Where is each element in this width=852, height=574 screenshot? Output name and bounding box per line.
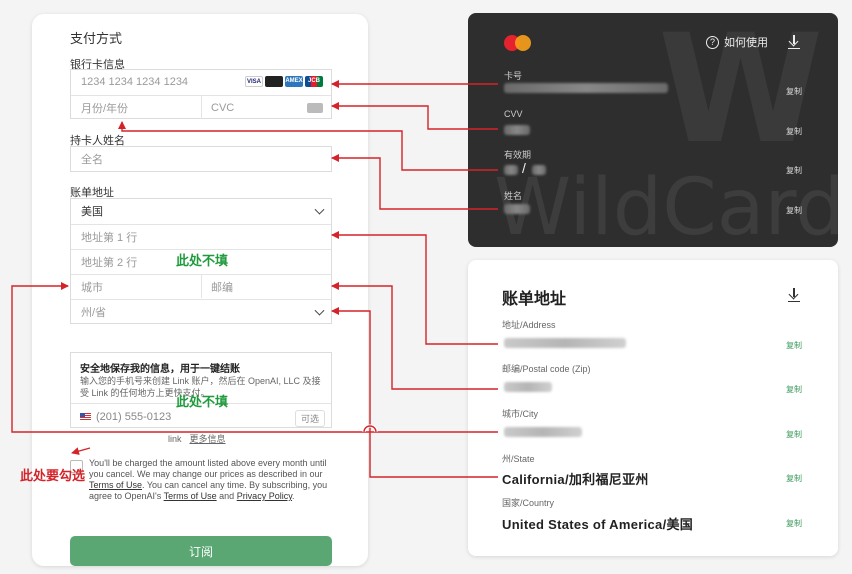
card-number-redacted bbox=[504, 83, 668, 93]
terms-part: You'll be charged the amount listed abov… bbox=[89, 458, 327, 479]
us-flag-icon bbox=[80, 412, 91, 421]
address1-placeholder: 地址第 1 行 bbox=[81, 231, 138, 244]
mastercard-logo bbox=[504, 35, 532, 52]
card-number-field[interactable]: 1234 1234 1234 1234 VISA AMEX JCB bbox=[71, 70, 331, 94]
country-value: 美国 bbox=[81, 206, 103, 218]
chevron-down-icon bbox=[314, 305, 325, 316]
state-placeholder: 州/省 bbox=[81, 306, 107, 319]
zip-label: 邮编/Postal code (Zip) bbox=[502, 364, 591, 374]
copy-cvv-button[interactable]: 复制 bbox=[786, 126, 802, 137]
more-info-link[interactable]: 更多信息 bbox=[190, 434, 226, 444]
chevron-down-icon bbox=[314, 204, 325, 215]
billing-title: 账单地址 bbox=[502, 291, 567, 308]
card-brands: VISA AMEX JCB bbox=[245, 76, 323, 87]
check-required-note: 此处要勾选 bbox=[20, 468, 86, 483]
expiry-month-redacted bbox=[504, 165, 518, 175]
state-value: California/加利福尼亚州 bbox=[502, 472, 649, 487]
optional-badge: 可选 bbox=[294, 410, 325, 427]
howto-link[interactable]: ? 如何使用 bbox=[706, 34, 768, 50]
terms-part: . bbox=[292, 491, 295, 501]
link-logo: link bbox=[168, 434, 182, 444]
address-line1-field[interactable]: 地址第 1 行 bbox=[71, 224, 331, 248]
cvv-label: CVV bbox=[504, 109, 523, 119]
copy-city-button[interactable]: 复制 bbox=[786, 429, 802, 440]
terms-part: and bbox=[219, 491, 235, 501]
country-label: 国家/Country bbox=[502, 498, 555, 508]
subscribe-button[interactable]: 订阅 bbox=[70, 536, 332, 566]
address-redacted bbox=[504, 338, 626, 348]
country-select[interactable]: 美国 bbox=[71, 199, 331, 223]
state-label: 州/State bbox=[502, 454, 535, 464]
country-value: United States of America/美国 bbox=[502, 517, 694, 532]
expiry-year-redacted bbox=[532, 165, 546, 175]
cvv-redacted bbox=[504, 125, 530, 135]
copy-country-button[interactable]: 复制 bbox=[786, 518, 802, 529]
copy-state-button[interactable]: 复制 bbox=[786, 473, 802, 484]
wildcard-card: W WildCard ? 如何使用 卡号 复制 CVV 复制 有效期 / 复制 姓… bbox=[468, 13, 838, 247]
city-label: 城市/City bbox=[502, 409, 539, 419]
city-zip-row: 城市 邮编 bbox=[71, 274, 331, 298]
zip-field[interactable]: 邮编 bbox=[201, 275, 333, 298]
expiry-placeholder: 月份/年份 bbox=[81, 102, 129, 115]
skip-note-address2: 此处不填 bbox=[176, 253, 229, 268]
expiry-field[interactable]: 月份/年份 bbox=[71, 96, 201, 119]
copy-card-number-button[interactable]: 复制 bbox=[786, 86, 802, 97]
expiry-cvc-row: 月份/年份 CVC bbox=[71, 95, 331, 119]
city-redacted bbox=[504, 427, 582, 437]
expiry-slash: / bbox=[522, 160, 526, 176]
name-label: 姓名 bbox=[504, 191, 523, 201]
skip-note-phone: 此处不填 bbox=[176, 394, 229, 409]
card-number-placeholder: 1234 1234 1234 1234 bbox=[81, 76, 189, 88]
visa-icon: VISA bbox=[245, 76, 263, 87]
name-redacted bbox=[504, 204, 530, 214]
link-footer: link 更多信息 bbox=[168, 432, 226, 445]
link-title: 安全地保存我的信息，用于一键结账 bbox=[80, 364, 240, 375]
link-save-box: 安全地保存我的信息，用于一键结账 输入您的手机号来创建 Link 账户，然后在 … bbox=[70, 352, 332, 428]
cvc-placeholder: CVC bbox=[211, 101, 235, 114]
terms-of-use-link[interactable]: Terms of Use bbox=[89, 480, 142, 490]
howto-label: 如何使用 bbox=[724, 37, 768, 49]
zip-placeholder: 邮编 bbox=[211, 281, 233, 294]
holder-name-field[interactable]: 全名 bbox=[70, 146, 332, 172]
mastercard-icon bbox=[265, 76, 283, 87]
payment-title: 支付方式 bbox=[70, 31, 123, 46]
copy-expiry-button[interactable]: 复制 bbox=[786, 165, 802, 176]
holder-placeholder: 全名 bbox=[81, 154, 103, 166]
copy-zip-button[interactable]: 复制 bbox=[786, 384, 802, 395]
address2-placeholder: 地址第 2 行 bbox=[81, 256, 138, 269]
cvc-field[interactable]: CVC bbox=[201, 96, 333, 119]
copy-name-button[interactable]: 复制 bbox=[786, 205, 802, 216]
amex-icon: AMEX bbox=[285, 76, 303, 87]
privacy-policy-link[interactable]: Privacy Policy bbox=[237, 491, 292, 501]
zip-redacted bbox=[504, 382, 552, 392]
city-field[interactable]: 城市 bbox=[71, 275, 201, 298]
download-icon[interactable] bbox=[788, 35, 800, 49]
state-select[interactable]: 州/省 bbox=[71, 299, 331, 323]
cvc-card-icon bbox=[307, 103, 323, 113]
billing-address-card: 账单地址 地址/Address 复制 邮编/Postal code (Zip) … bbox=[468, 260, 838, 556]
city-placeholder: 城市 bbox=[81, 281, 103, 294]
download-icon[interactable] bbox=[788, 288, 800, 302]
question-icon: ? bbox=[706, 35, 719, 49]
copy-address-button[interactable]: 复制 bbox=[786, 340, 802, 351]
card-info-group: 1234 1234 1234 1234 VISA AMEX JCB 月份/年份 … bbox=[70, 69, 332, 119]
phone-placeholder: (201) 555-0123 bbox=[96, 410, 172, 423]
card-number-label: 卡号 bbox=[504, 71, 523, 81]
expiry-label: 有效期 bbox=[504, 150, 532, 160]
terms-text: You'll be charged the amount listed abov… bbox=[89, 458, 329, 502]
terms-of-use-link-2[interactable]: Terms of Use bbox=[164, 491, 217, 501]
jcb-icon: JCB bbox=[305, 76, 323, 87]
address-label: 地址/Address bbox=[502, 320, 556, 330]
